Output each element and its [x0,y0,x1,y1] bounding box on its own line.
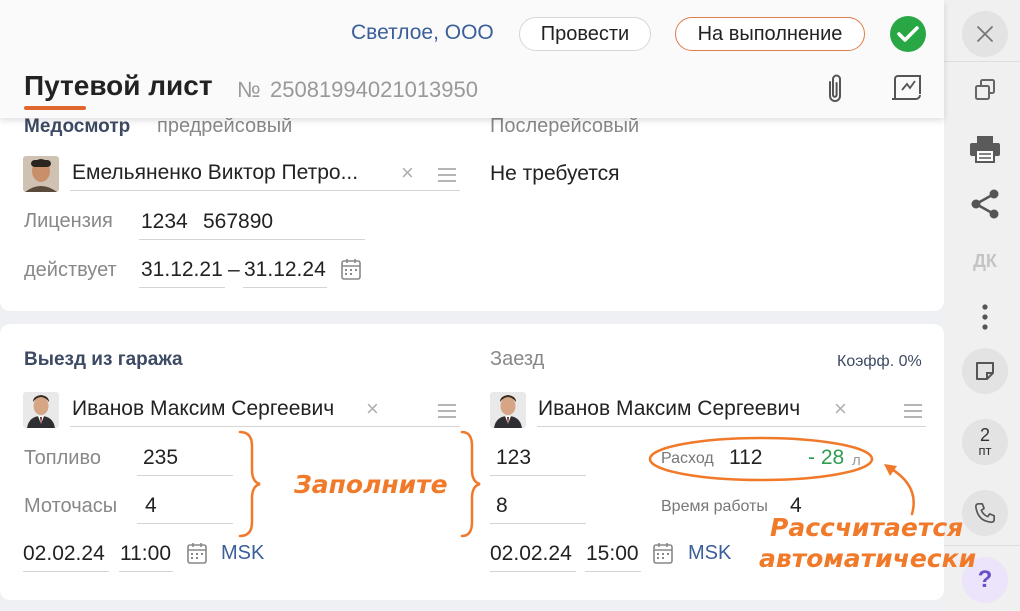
menu-icon[interactable] [904,404,922,418]
arrival-driver-name: Иванов Максим Сергеевич [538,397,801,420]
hours-out-field[interactable]: 4 [137,488,233,524]
calendar-icon[interactable] [653,542,673,569]
pages-count: 2 [979,425,990,445]
clear-icon[interactable]: × [834,396,847,422]
post-trip-label: Послерейсовый [490,115,640,137]
share-icon[interactable] [962,184,1008,224]
work-time-label: Время работы [661,498,768,515]
valid-label: действует [24,259,117,281]
sidebar-divider [944,61,1020,62]
license-label: Лицензия [24,210,113,232]
fuel-in-value: 123 [496,446,532,469]
calendar-icon[interactable] [187,542,207,569]
consumption-value: 112 [729,446,763,469]
pages-count-badge[interactable]: 2 пт [962,419,1008,465]
license-field[interactable]: 1234 567890 [139,204,365,240]
departure-driver-field[interactable]: Иванов Максим Сергеевич × [70,392,460,427]
fuel-label: Топливо [24,447,101,469]
departure-title: Выезд из гаража [24,349,183,370]
printer-icon[interactable] [962,129,1008,169]
arrival-date-field[interactable]: 02.02.24 [490,536,576,572]
more-vertical-icon[interactable] [962,297,1008,337]
signature-icon[interactable] [890,72,924,109]
menu-icon[interactable] [438,404,456,418]
clear-icon[interactable]: × [366,396,379,422]
consumption-unit: л [852,452,861,469]
consumption-diff: - 28 [808,446,845,469]
hours-out-value: 4 [145,494,157,517]
note-icon[interactable] [962,348,1008,394]
dk-button[interactable]: ДК [962,241,1008,281]
copy-icon[interactable] [962,70,1008,110]
avatar [23,392,59,428]
menu-icon[interactable] [438,168,456,182]
engine-hours-label: Моточасы [24,495,118,517]
post-button[interactable]: Провести [519,17,651,51]
doc-number: 25081994021013950 [270,77,479,102]
consumption-label: Расход [661,450,714,467]
title-underline [24,106,86,110]
license-number: 567890 [203,210,274,233]
fuel-out-value: 235 [143,446,179,469]
arrival-time: 15:00 [586,542,639,565]
arrival-driver-field[interactable]: Иванов Максим Сергеевич × [537,392,926,427]
valid-from-field[interactable]: 31.12.21 [139,252,225,288]
phone-icon[interactable] [962,490,1008,536]
departure-driver-name: Иванов Максим Сергеевич [72,397,335,420]
coefficient-label: Коэфф. 0% [837,353,922,370]
organization-link[interactable]: Светлое, ООО [351,21,494,45]
fuel-out-field[interactable]: 235 [137,440,233,476]
valid-to-field[interactable]: 31.12.24 [243,252,327,288]
medical-subtitle: предрейсовый [157,115,293,137]
valid-dash: – [228,258,240,281]
medical-check-card: Медосмотр предрейсовый Послерейсовый Не … [0,100,944,311]
arrival-date: 02.02.24 [490,542,572,565]
avatar [490,392,526,428]
checkmark-icon[interactable] [890,16,926,52]
departure-time: 11:00 [120,542,171,565]
license-series: 1234 [141,210,188,233]
clear-icon[interactable]: × [401,160,414,186]
execute-button[interactable]: На выполнение [675,17,865,51]
fuel-in-field[interactable]: 123 [490,440,586,476]
valid-to: 31.12.24 [244,258,326,281]
arrival-timezone-link[interactable]: MSK [688,542,731,565]
calculated-annotation-line1: Рассчитается [770,513,964,542]
valid-from: 31.12.21 [141,258,223,281]
fill-in-annotation: Заполните [294,470,448,499]
departure-date-field[interactable]: 02.02.24 [23,536,109,572]
departure-time-field[interactable]: 11:00 [119,536,173,572]
departure-date: 02.02.24 [23,542,105,565]
doc-number-label: № [237,77,261,102]
close-icon[interactable] [962,11,1008,57]
paperclip-icon[interactable] [824,72,846,109]
medical-driver-field[interactable]: Емельяненко Виктор Петро... × [70,156,460,191]
departure-timezone-link[interactable]: MSK [221,542,264,565]
arrival-time-field[interactable]: 15:00 [585,536,641,572]
hours-in-value: 8 [496,494,508,517]
medical-driver-name: Емельяненко Виктор Петро... [72,161,359,184]
calculated-annotation-line2: автоматически [759,544,977,573]
medical-title: Медосмотр [24,116,131,137]
calendar-icon[interactable] [341,258,361,285]
arrival-title: Заезд [490,348,545,370]
hours-in-field[interactable]: 8 [490,488,586,524]
page-title: Путевой лист [24,70,213,101]
pages-unit: пт [978,443,992,458]
document-header: Светлое, ООО Провести На выполнение Путе… [0,0,944,118]
post-trip-value[interactable]: Не требуется [490,162,620,186]
avatar [23,156,59,192]
